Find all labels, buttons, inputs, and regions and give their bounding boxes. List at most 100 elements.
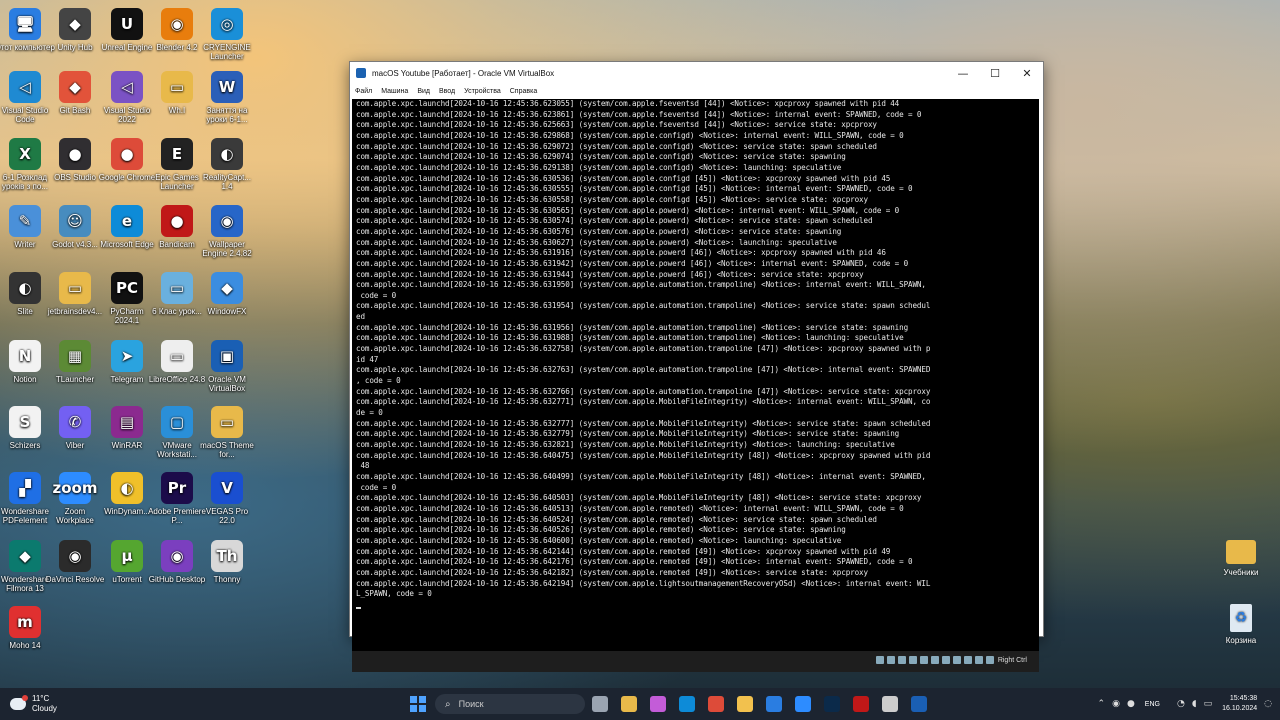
menu-devices[interactable]: Устройства <box>464 88 501 95</box>
app-icon: ◆ <box>59 8 91 40</box>
taskbar-edge-icon[interactable] <box>679 696 695 712</box>
start-button[interactable] <box>410 696 426 712</box>
battery-icon[interactable]: ▭ <box>1204 699 1213 709</box>
language-indicator[interactable]: ENG <box>1145 701 1160 708</box>
optical-drive-icon[interactable] <box>886 656 895 664</box>
clock[interactable]: 15:45:38 16.10.2024 <box>1222 694 1257 714</box>
virtualbox-icon <box>356 68 366 78</box>
app-icon: U <box>111 8 143 40</box>
display-icon[interactable] <box>941 656 950 664</box>
weather-widget[interactable]: 11°C Cloudy <box>10 694 57 714</box>
desktop-icon[interactable]: ▣ Oracle VM VirtualBox <box>197 340 257 393</box>
tray-overflow-icon[interactable]: ⌃ <box>1098 699 1106 709</box>
log-line: com.apple.xpc.launchd[2024-10-16 12:45:3… <box>356 333 904 343</box>
log-line: com.apple.xpc.launchd[2024-10-16 12:45:3… <box>356 99 900 108</box>
shared-folders-icon[interactable] <box>930 656 939 664</box>
microphone-icon[interactable]: ● <box>1127 699 1135 709</box>
log-line: com.apple.xpc.launchd[2024-10-16 12:45:3… <box>356 440 895 449</box>
taskbar-zoom-icon[interactable] <box>795 696 811 712</box>
app-icon: ▞ <box>9 472 41 504</box>
taskbar-chrome-icon[interactable] <box>708 696 724 712</box>
desktop-icon[interactable]: ◐ RealityCapt... 1.4 <box>197 138 257 191</box>
app-icon: ◉ <box>161 8 193 40</box>
desktop-icon[interactable]: Th Thonny <box>197 540 257 584</box>
desktop-icon[interactable]: ◆ WindowFX <box>197 272 257 316</box>
cpu-icon[interactable] <box>963 656 972 664</box>
taskbar-search[interactable]: ⌕ Поиск <box>435 694 585 714</box>
app-icon: m <box>9 606 41 638</box>
close-button[interactable]: ✕ <box>1011 62 1043 84</box>
weather-description: Cloudy <box>32 704 57 713</box>
log-line: com.apple.xpc.launchd[2024-10-16 12:45:3… <box>356 525 846 535</box>
taskbar-photoshop-icon[interactable] <box>824 696 840 712</box>
desktop-icon[interactable]: ☺ Godot v4.3... <box>45 205 105 249</box>
desktop-icon-label: jetbrainsdev4... <box>47 307 103 316</box>
desktop-icon[interactable]: ● OBS Studio <box>45 138 105 182</box>
boot-log: com.apple.xpc.launchd[2024-10-16 12:45:3… <box>356 99 1039 600</box>
vm-screen[interactable]: com.apple.xpc.launchd[2024-10-16 12:45:3… <box>352 99 1039 672</box>
taskbar-explorer-folder-icon[interactable] <box>737 696 753 712</box>
recording-icon[interactable] <box>952 656 961 664</box>
desktop-icon[interactable]: ◉ DaVinci Resolve <box>45 540 105 584</box>
menu-input[interactable]: Ввод <box>439 88 455 95</box>
app-icon: ▢ <box>161 406 193 438</box>
desktop-icon[interactable]: ✆ Viber <box>45 406 105 450</box>
taskbar-file-explorer-icon[interactable] <box>621 696 637 712</box>
app-icon: ✎ <box>9 205 41 237</box>
mouse-integration-icon[interactable] <box>974 656 983 664</box>
desktop-icon[interactable]: ◎ CRYENGINE Launcher <box>197 8 257 61</box>
notifications-icon[interactable]: ◌ <box>1264 699 1272 709</box>
menu-view[interactable]: Вид <box>417 88 430 95</box>
app-icon: ● <box>111 138 143 170</box>
network-icon[interactable] <box>908 656 917 664</box>
audio-icon[interactable] <box>897 656 906 664</box>
desktop-icon[interactable]: ▭ macOS Theme for... <box>197 406 257 459</box>
location-icon[interactable]: ◉ <box>1112 699 1120 709</box>
minimize-button[interactable]: — <box>947 62 979 84</box>
menu-machine[interactable]: Машина <box>381 88 408 95</box>
window-titlebar[interactable]: macOS Youtube [Работает] - Oracle VM Vir… <box>350 62 1043 84</box>
desktop-icon[interactable]: ◆ Git Bash <box>45 71 105 115</box>
hard-disk-icon[interactable] <box>875 656 884 664</box>
app-icon: ▦ <box>59 340 91 372</box>
desktop-icon[interactable]: ▦ TLauncher <box>45 340 105 384</box>
network-tray-icon[interactable]: ◔ <box>1177 699 1185 709</box>
desktop-icon-uchebniki[interactable]: Учебники <box>1211 540 1271 577</box>
log-line: , code = 0 <box>356 376 401 386</box>
app-icon: X <box>9 138 41 170</box>
menu-file[interactable]: Файл <box>355 88 372 95</box>
desktop-icon[interactable]: ▭ jetbrainsdev4... <box>45 272 105 316</box>
desktop-icon[interactable]: ◉ Wallpaper Engine 2.4.82 <box>197 205 257 258</box>
desktop-icon[interactable]: V VEGAS Pro 22.0 <box>197 472 257 525</box>
desktop-icon-recycle-bin[interactable]: ♻ Корзина <box>1211 604 1271 645</box>
taskbar-task-view-icon[interactable] <box>592 696 608 712</box>
menu-help[interactable]: Справка <box>510 88 537 95</box>
app-icon: ▭ <box>211 406 243 438</box>
log-line: com.apple.xpc.launchd[2024-10-16 12:45:3… <box>356 578 931 588</box>
window-controls: — ☐ ✕ <box>947 62 1043 84</box>
volume-icon[interactable]: ◖ <box>1192 699 1197 709</box>
log-line: com.apple.xpc.launchd[2024-10-16 12:45:3… <box>356 141 877 151</box>
windows-logo-tile <box>410 705 417 712</box>
app-icon: S <box>9 406 41 438</box>
desktop-icon-label: TLauncher <box>55 375 95 384</box>
usb-icon[interactable] <box>919 656 928 664</box>
desktop-icon[interactable]: m Moho 14 <box>0 606 55 650</box>
log-line: com.apple.xpc.launchd[2024-10-16 12:45:3… <box>356 109 922 119</box>
clock-date: 16.10.2024 <box>1222 705 1258 712</box>
cloud-icon <box>10 695 28 710</box>
keyboard-icon[interactable] <box>985 656 994 664</box>
recycle-bin-icon: ♻ <box>1230 604 1252 632</box>
virtualbox-window[interactable]: macOS Youtube [Работает] - Oracle VM Vir… <box>349 61 1044 672</box>
taskbar-obs-icon[interactable] <box>853 696 869 712</box>
desktop-icon[interactable]: zoom Zoom Workplace <box>45 472 105 525</box>
desktop-icon[interactable]: W Заняття на уроки 6-1... <box>197 71 257 124</box>
taskbar-copilot-icon[interactable] <box>650 696 666 712</box>
app-icon: ✆ <box>59 406 91 438</box>
taskbar-unity-icon[interactable] <box>882 696 898 712</box>
log-line: com.apple.xpc.launchd[2024-10-16 12:45:3… <box>356 493 922 503</box>
taskbar-virtualbox-icon[interactable] <box>911 696 927 712</box>
maximize-button[interactable]: ☐ <box>979 62 1011 84</box>
taskbar-mail-icon[interactable] <box>766 696 782 712</box>
desktop-icon[interactable]: ◆ Unity Hub <box>45 8 105 52</box>
